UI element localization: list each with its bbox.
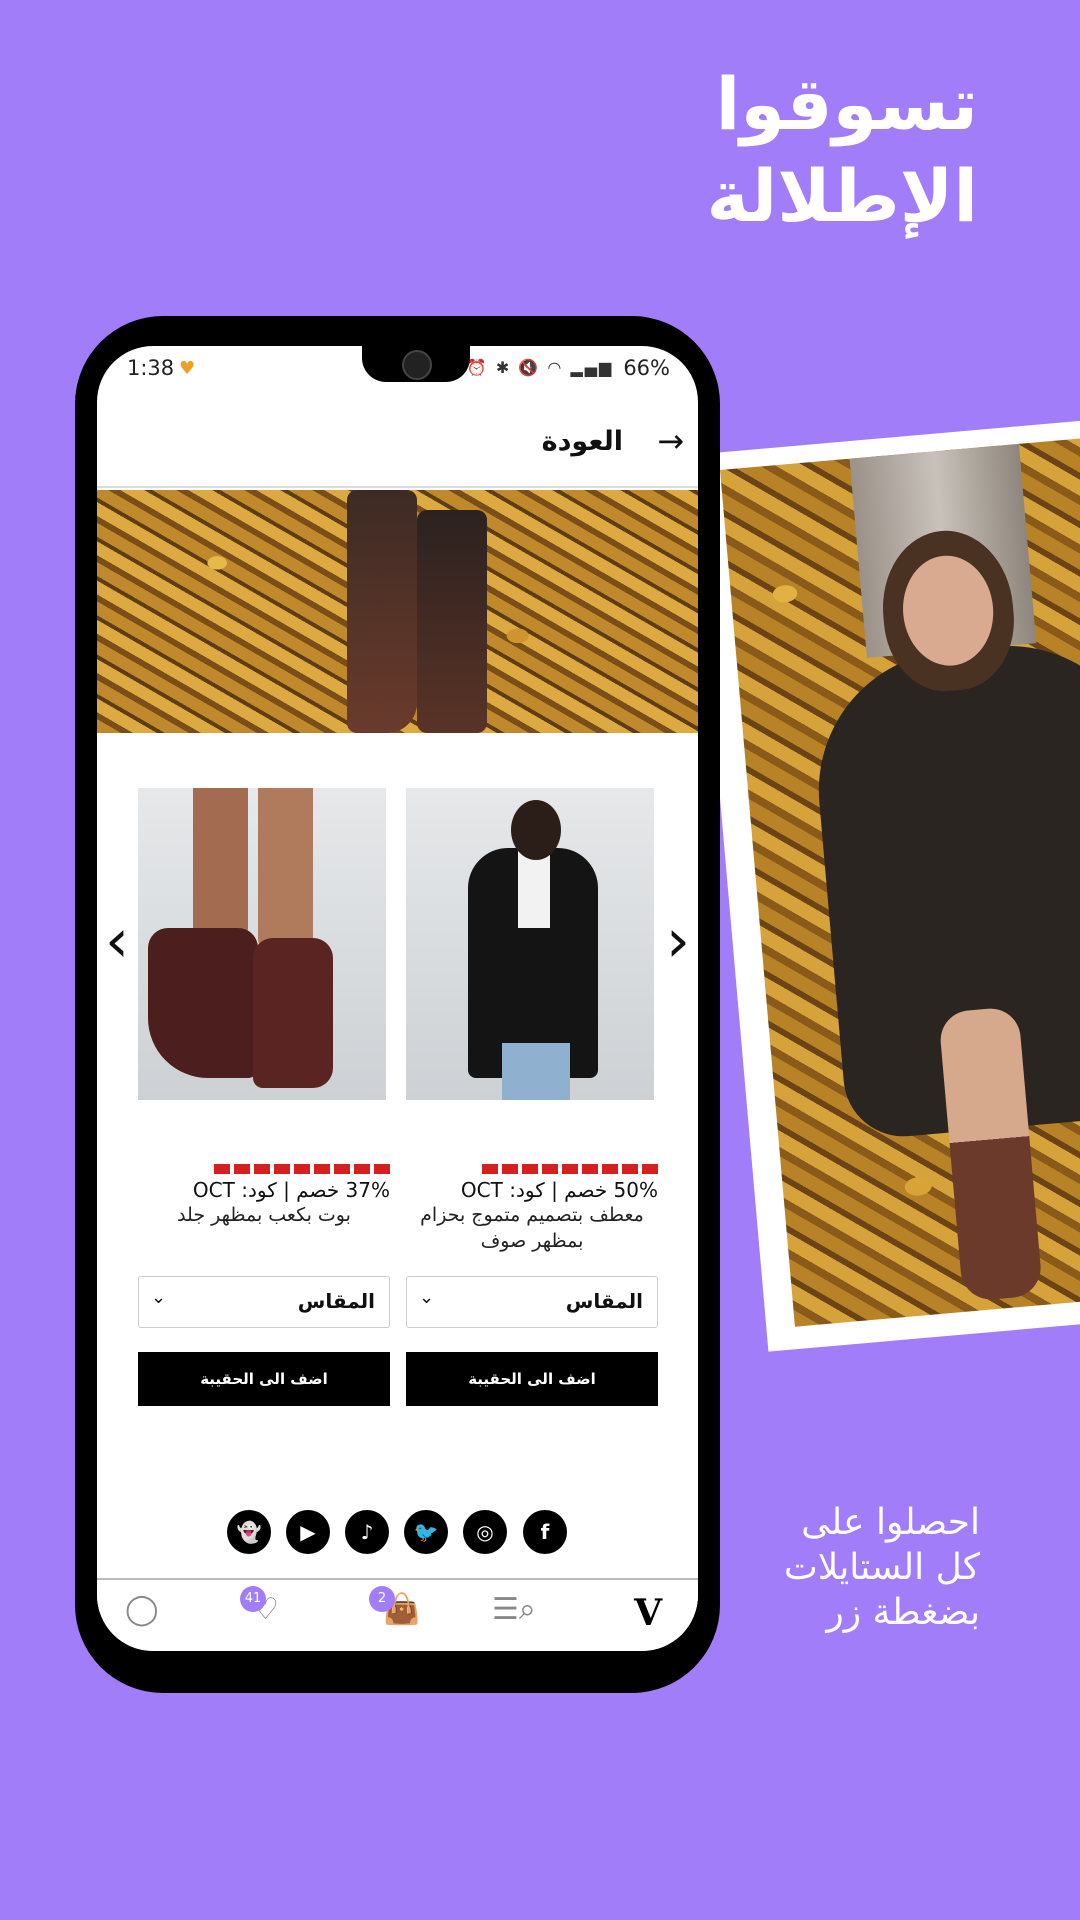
bottom-navigation: ◯ ♡ 41 👜 2 ☰⌕ V (97, 1578, 698, 1651)
product-discount: 37% خصم | كود: OCT (138, 1164, 391, 1202)
hero-image (97, 490, 698, 733)
promo-headline: تسوقوا الإطلالة (558, 58, 978, 242)
chevron-down-icon: ⌄ (151, 1287, 167, 1308)
wishlist-badge: 41 (240, 1586, 266, 1612)
status-icons: ▮ ⏰ ✱ 🔇 ◠ ▂▄▆ (449, 358, 614, 377)
phone-screen: 1:38 ♥ ▮ ⏰ ✱ 🔇 ◠ ▂▄▆ 66% → العودة ‹ › 37… (97, 346, 698, 1651)
add-to-bag-button[interactable]: اضف الى الحقيبة (138, 1352, 390, 1406)
product-card[interactable]: 50% خصم | كود: OCT معطف بتصميم متموج بحز… (406, 788, 659, 1406)
battery-level: 66% (623, 356, 670, 380)
size-dropdown[interactable]: المقاس ⌄ (138, 1276, 390, 1328)
add-to-bag-button[interactable]: اضف الى الحقيبة (406, 1352, 658, 1406)
camera-icon (402, 350, 432, 380)
product-image[interactable] (138, 788, 386, 1100)
search-menu-icon[interactable]: ☰⌕ (492, 1592, 536, 1627)
page-header: → العودة (97, 406, 698, 488)
back-button[interactable]: العودة (542, 426, 623, 457)
headline-line-2: الإطلالة (706, 154, 978, 238)
status-time: 1:38 (127, 356, 175, 380)
chevron-left-icon[interactable]: ‹ (105, 911, 129, 971)
chevron-right-icon[interactable]: › (666, 911, 690, 971)
bag-icon[interactable]: 👜 2 (369, 1586, 420, 1627)
arrow-right-icon[interactable]: → (657, 422, 684, 460)
bag-badge: 2 (369, 1586, 395, 1612)
camera-notch (362, 346, 470, 382)
product-card[interactable]: 37% خصم | كود: OCT بوت بكعب بمظهر جلد ال… (138, 788, 391, 1406)
product-discount: 50% خصم | كود: OCT (406, 1164, 659, 1202)
instagram-icon[interactable]: ◎ (463, 1510, 507, 1554)
product-title[interactable]: بوت بكعب بمظهر جلد (138, 1202, 390, 1258)
account-icon[interactable]: ◯ (125, 1592, 159, 1627)
app-notification-icon: ♥ (179, 358, 196, 379)
facebook-icon[interactable]: f (523, 1510, 567, 1554)
phone-frame: 1:38 ♥ ▮ ⏰ ✱ 🔇 ◠ ▂▄▆ 66% → العودة ‹ › 37… (75, 316, 720, 1693)
size-label: المقاس (565, 1289, 643, 1313)
tiktok-icon[interactable]: ♪ (345, 1510, 389, 1554)
twitter-icon[interactable]: 🐦 (404, 1510, 448, 1554)
brand-logo[interactable]: V (634, 1592, 662, 1634)
social-links: 👻 ▶ ♪ 🐦 ◎ f (227, 1510, 567, 1556)
product-title[interactable]: معطف بتصميم متموج بحزام بمظهر صوف (406, 1202, 658, 1258)
product-image[interactable] (406, 788, 654, 1100)
wishlist-icon[interactable]: ♡ 41 (240, 1586, 279, 1627)
headline-line-1: تسوقوا (715, 62, 978, 146)
youtube-icon[interactable]: ▶ (286, 1510, 330, 1554)
chevron-down-icon: ⌄ (419, 1287, 435, 1308)
size-dropdown[interactable]: المقاس ⌄ (406, 1276, 658, 1328)
size-label: المقاس (297, 1289, 375, 1313)
snapchat-icon[interactable]: 👻 (227, 1510, 271, 1554)
